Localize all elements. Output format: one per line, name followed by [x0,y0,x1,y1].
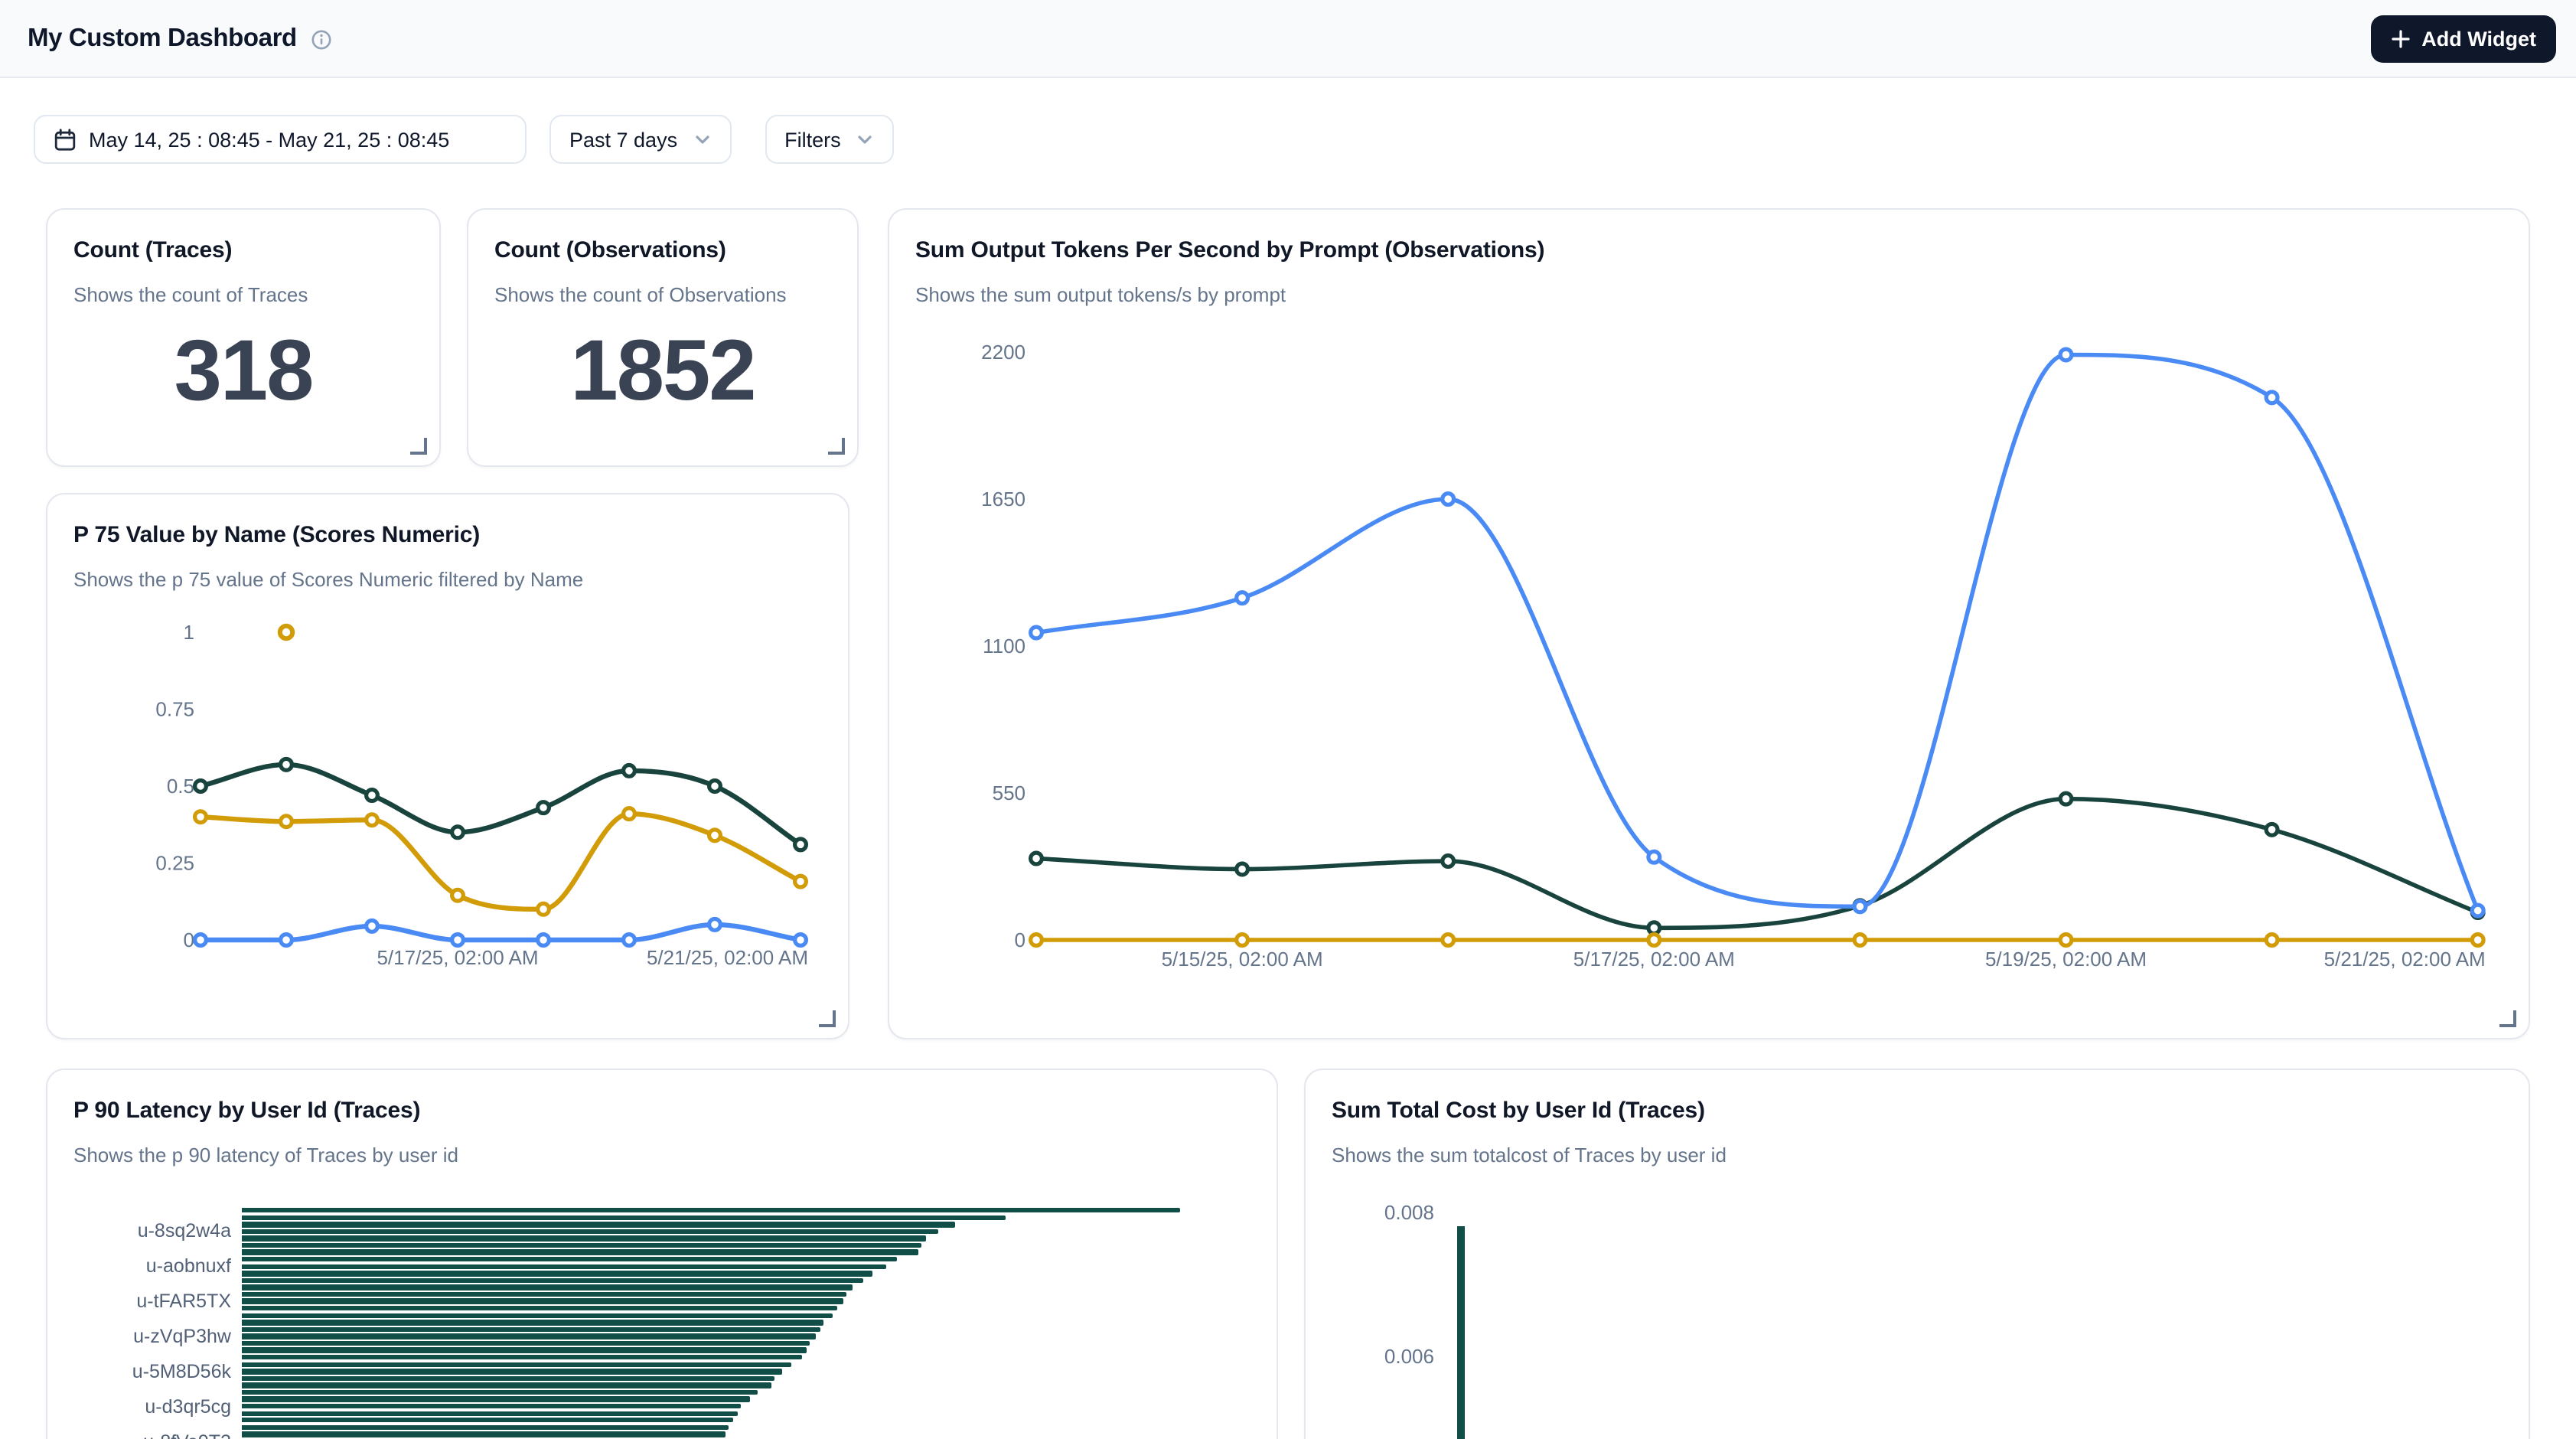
bar [242,1208,1180,1213]
bar [242,1390,758,1395]
svg-text:1100: 1100 [983,635,1026,658]
widget-p75-chart: P 75 Value by Name (Scores Numeric) Show… [46,493,849,1039]
bar [242,1229,938,1234]
svg-text:5/17/25, 02:00 AM: 5/17/25, 02:00 AM [377,946,538,969]
bar [242,1257,898,1262]
widget-title: Count (Traces) [73,237,232,263]
svg-text:0: 0 [184,928,194,951]
bar [242,1222,955,1227]
info-icon[interactable] [311,28,332,50]
bar [242,1375,774,1381]
bar [242,1348,807,1353]
bar [242,1320,823,1325]
widget-count-traces: Count (Traces) Shows the count of Traces… [46,208,441,467]
bar [242,1271,872,1276]
bar [242,1313,832,1318]
y-axis-label: u-8sq2w4a [47,1221,231,1242]
resize-handle[interactable] [2499,1010,2516,1027]
bar [242,1243,922,1248]
cost-bar-chart: 0.008 0.006 [1306,1070,2529,1439]
y-axis-label: u-tFAR5TX [47,1291,231,1312]
svg-text:0: 0 [1015,928,1026,951]
resize-handle[interactable] [819,1010,836,1027]
time-preset-button[interactable]: Past 7 days [549,115,731,164]
svg-text:0.25: 0.25 [155,852,194,875]
widget-subtitle: Shows the count of Observations [494,283,787,306]
toolbar: May 14, 25 : 08:45 - May 21, 25 : 08:45 … [34,115,895,164]
bar [242,1431,725,1437]
bar [242,1277,863,1283]
bar [242,1285,853,1291]
svg-text:1650: 1650 [981,488,1026,511]
bar [242,1299,843,1304]
p75-line-chart: 0 0.25 0.5 0.75 1 5/17/25, 02:00 AM 5/21/25, 0… [47,494,851,1041]
dashboard-page: My Custom Dashboard Add Widget May 14, 2… [0,0,2576,1439]
svg-text:5/15/25, 02:00 AM: 5/15/25, 02:00 AM [1162,948,1323,971]
p90-bar-chart: u-8sq2w4a u-aobnuxf u-tFAR5TX u-zVqP3hw u-5M… [47,1070,1277,1439]
y-axis-label: u-8fVa9T3 [47,1431,231,1439]
bar [242,1334,815,1339]
y-axis-label: 0.008 [1312,1201,1434,1224]
bar [242,1404,741,1409]
widget-title: Count (Observations) [494,237,726,263]
svg-text:5/19/25, 02:00 AM: 5/19/25, 02:00 AM [1985,948,2147,971]
tokens-line-chart: 0 550 1100 1650 2200 5/15/25, 02:00 AM 5/17/25… [889,210,2532,1041]
svg-text:0.75: 0.75 [155,698,194,721]
filters-label: Filters [784,128,841,151]
widget-p90-chart: P 90 Latency by User Id (Traces) Shows t… [46,1069,1278,1439]
bar [242,1418,733,1423]
filters-button[interactable]: Filters [765,115,895,164]
add-widget-button[interactable]: Add Widget [2371,15,2556,62]
y-axis-label: u-5M8D56k [47,1361,231,1382]
resize-handle[interactable] [828,438,845,455]
y-axis-label: u-zVqP3hw [47,1326,231,1347]
bar [242,1424,728,1430]
chevron-down-icon [693,130,711,148]
add-widget-label: Add Widget [2421,27,2536,50]
widget-cost-chart: Sum Total Cost by User Id (Traces) Shows… [1304,1069,2530,1439]
page-title: My Custom Dashboard [28,24,297,53]
y-axis-label: u-d3qr5cg [47,1395,231,1417]
y-axis-label: u-aobnuxf [47,1256,231,1277]
page-header: My Custom Dashboard Add Widget [0,0,2576,78]
time-preset-value: Past 7 days [569,128,677,151]
date-range-value: May 14, 25 : 08:45 - May 21, 25 : 08:45 [89,128,449,151]
svg-text:2200: 2200 [981,341,1026,364]
bar [242,1355,802,1360]
svg-text:0.5: 0.5 [167,775,194,798]
widget-subtitle: Shows the count of Traces [73,283,308,306]
widget-count-observations: Count (Observations) Shows the count of … [467,208,859,467]
svg-text:1: 1 [184,621,194,644]
svg-text:5/21/25, 02:00 AM: 5/21/25, 02:00 AM [647,946,808,969]
bar [1457,1227,1464,1439]
svg-text:5/21/25, 02:00 AM: 5/21/25, 02:00 AM [2324,948,2486,971]
resize-handle[interactable] [410,438,427,455]
bar [242,1341,810,1346]
chevron-down-icon [856,130,875,148]
svg-text:550: 550 [993,781,1026,804]
date-range-button[interactable]: May 14, 25 : 08:45 - May 21, 25 : 08:45 [34,115,527,164]
y-axis-label: 0.006 [1312,1345,1434,1368]
bar [242,1264,885,1269]
calendar-icon [54,128,77,151]
bar [242,1250,918,1255]
bar [242,1215,1006,1220]
metric-value: 1852 [468,320,857,419]
widget-tokens-chart: Sum Output Tokens Per Second by Prompt (… [888,208,2530,1039]
bar [242,1411,739,1416]
bar [242,1362,791,1367]
bar [242,1306,836,1311]
bar [242,1383,771,1388]
bar [242,1397,749,1402]
bar [242,1326,820,1332]
bar [242,1369,782,1374]
bar [242,1292,847,1297]
plus-icon [2391,28,2411,48]
metric-value: 318 [47,320,439,419]
bar [242,1236,926,1242]
svg-text:5/17/25, 02:00 AM: 5/17/25, 02:00 AM [1573,948,1735,971]
